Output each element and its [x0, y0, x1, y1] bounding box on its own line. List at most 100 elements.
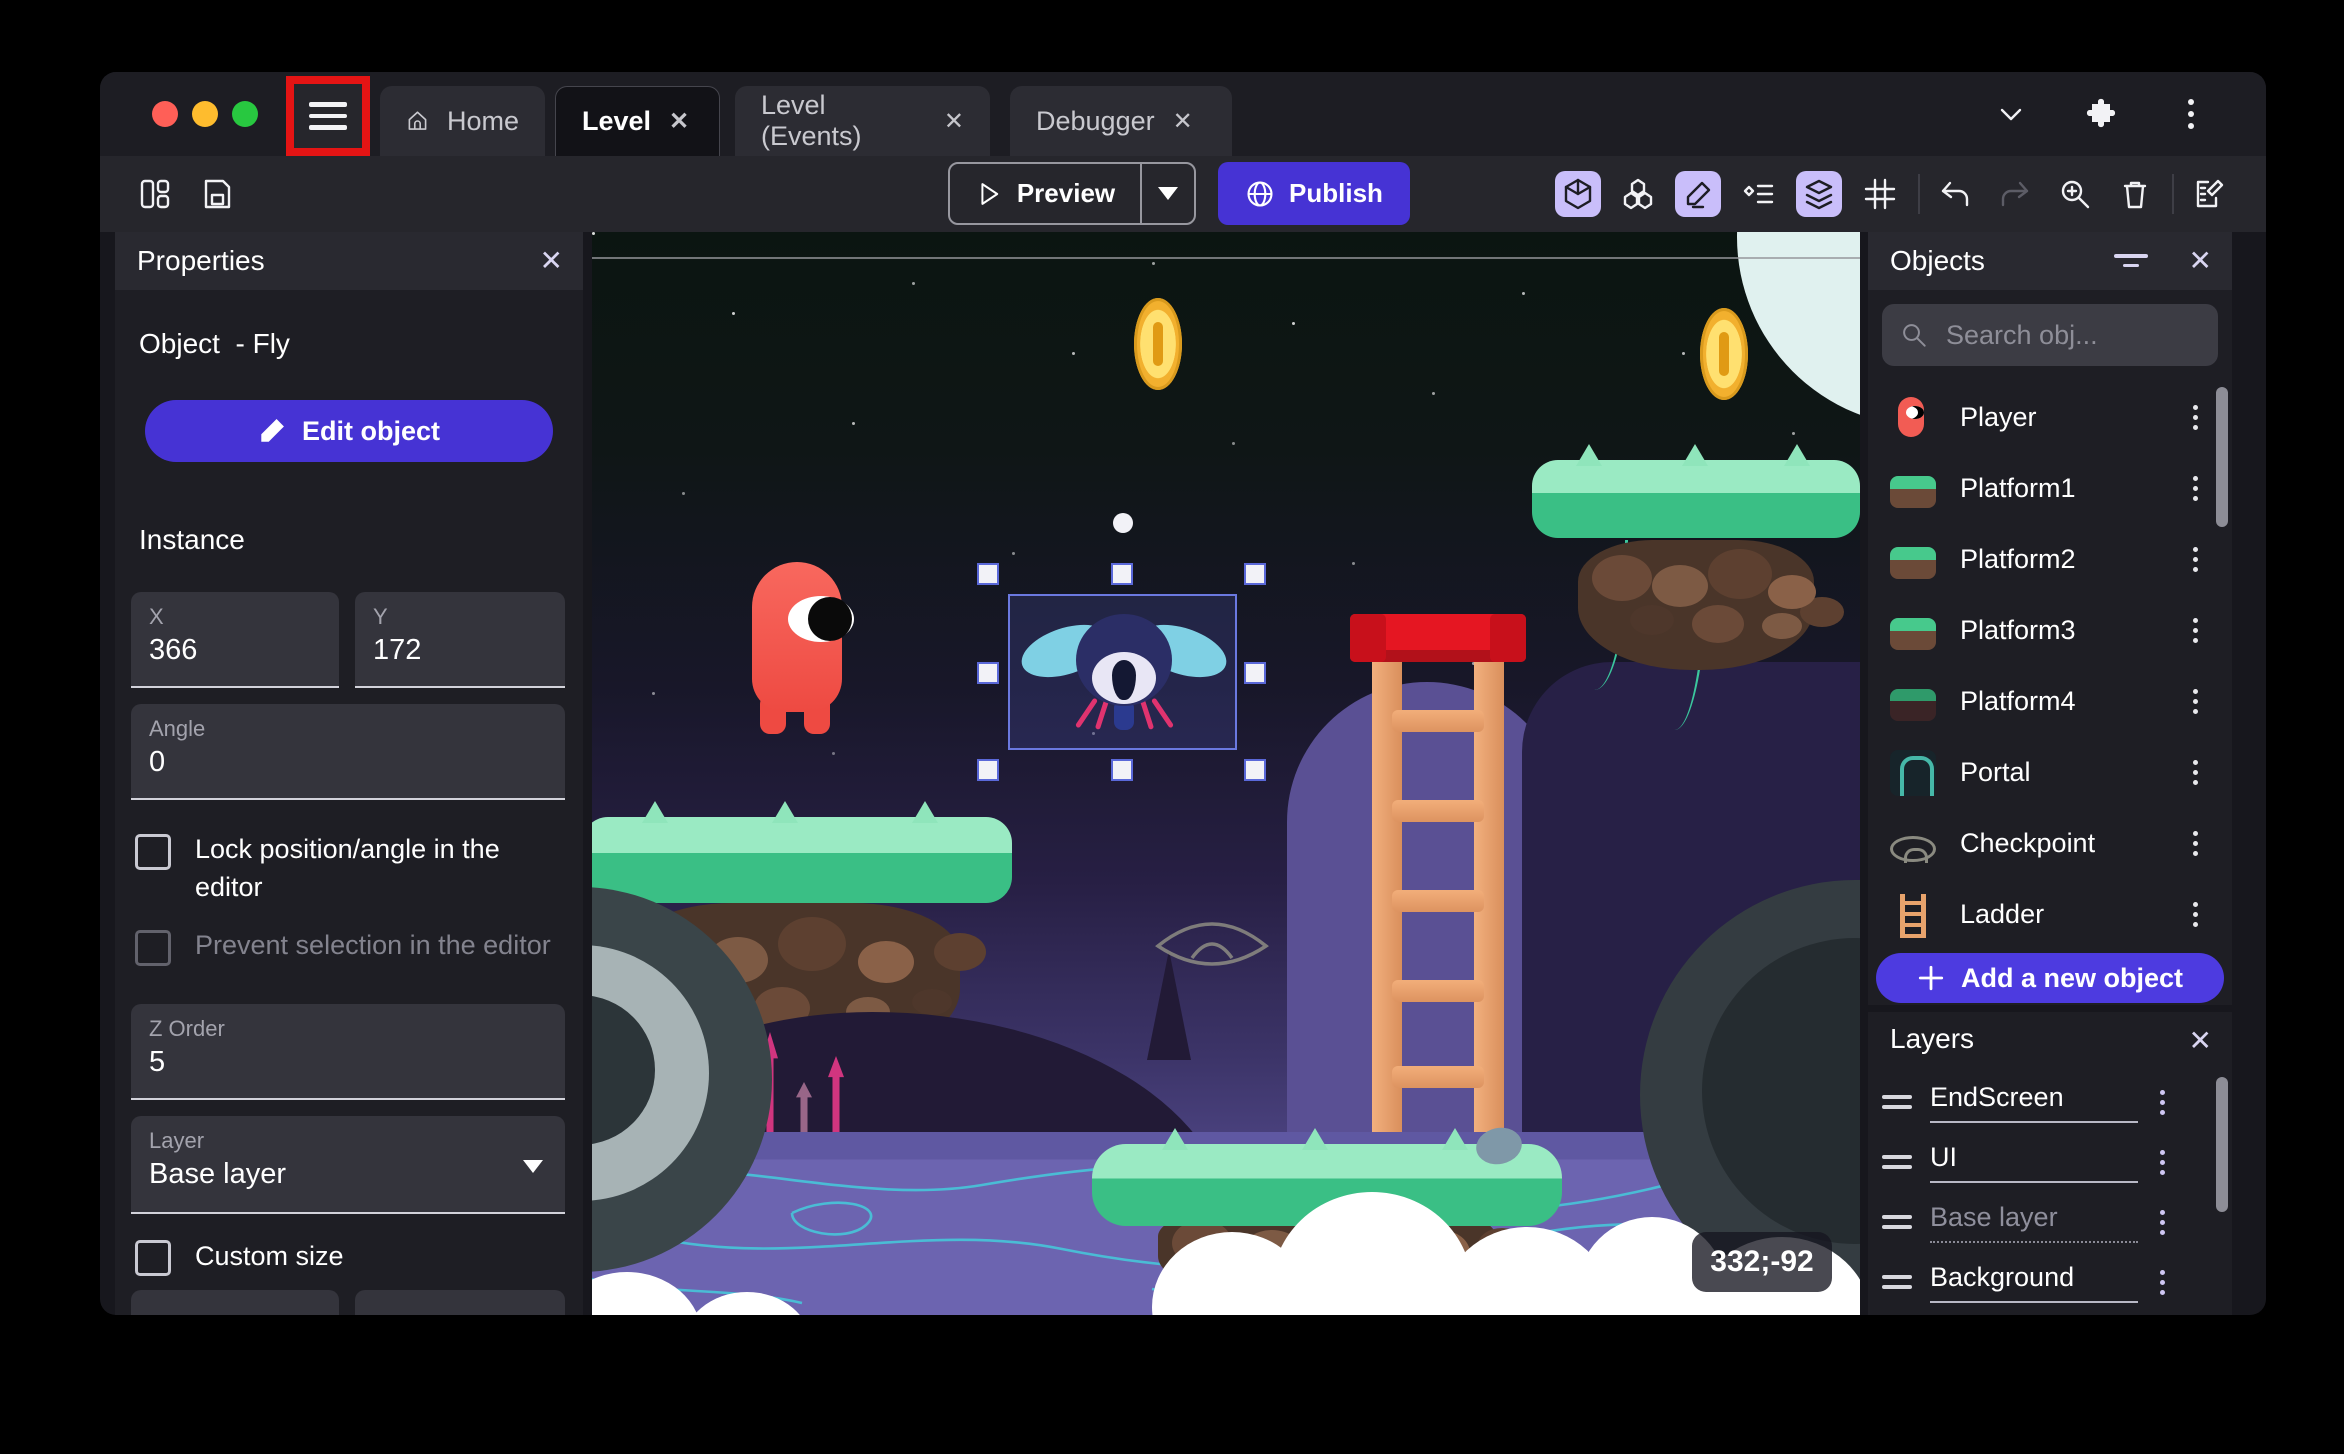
preview-options-dropdown[interactable]: [1142, 187, 1194, 200]
resize-handle-ne[interactable]: [1244, 563, 1266, 585]
layers-panel-icon[interactable]: [1796, 171, 1842, 217]
object-options-kebab-icon[interactable]: [2189, 614, 2202, 647]
instances-list-icon[interactable]: [1736, 171, 1782, 217]
chevron-down-icon[interactable]: [1994, 97, 2028, 131]
layer-select[interactable]: Layer Base layer: [131, 1116, 565, 1214]
object-options-kebab-icon[interactable]: [2189, 401, 2202, 434]
object-row-platform2[interactable]: Platform2: [1868, 524, 2216, 595]
scene-canvas[interactable]: 332;-92: [592, 232, 1860, 1315]
object-options-kebab-icon[interactable]: [2189, 827, 2202, 860]
x-position-input[interactable]: [149, 630, 321, 667]
resize-handle-nw[interactable]: [977, 563, 999, 585]
layer-row-ui[interactable]: UI: [1868, 1132, 2216, 1192]
grid-icon[interactable]: [1857, 171, 1903, 217]
object-row-checkpoint[interactable]: Checkpoint: [1868, 808, 2216, 879]
macos-close-button[interactable]: [152, 101, 178, 127]
object-row-platform3[interactable]: Platform3: [1868, 595, 2216, 666]
layer-options-kebab-icon[interactable]: [2156, 1146, 2169, 1179]
object-row-platform1[interactable]: Platform1: [1868, 453, 2216, 524]
zoom-in-icon[interactable]: [2052, 171, 2098, 217]
extensions-puzzle-icon[interactable]: [2084, 97, 2118, 131]
angle-field[interactable]: Angle: [131, 704, 565, 800]
publish-button[interactable]: Publish: [1218, 162, 1410, 225]
add-new-object-button[interactable]: Add a new object: [1876, 953, 2224, 1003]
object-search-box[interactable]: [1882, 304, 2218, 366]
object-row-platform4[interactable]: Platform4: [1868, 666, 2216, 737]
search-input[interactable]: [1944, 318, 2200, 352]
toggle-3d-view-icon[interactable]: [1555, 171, 1601, 217]
y-position-field[interactable]: Y: [355, 592, 565, 688]
rotation-handle[interactable]: [1113, 513, 1133, 533]
object-options-kebab-icon[interactable]: [2189, 756, 2202, 789]
resize-handle-s[interactable]: [1111, 759, 1133, 781]
prevent-selection-checkbox-row[interactable]: Prevent selection in the editor: [135, 926, 569, 966]
more-options-kebab-icon[interactable]: [2174, 97, 2208, 131]
resize-handle-sw[interactable]: [977, 759, 999, 781]
fly-sprite-selected[interactable]: [1015, 614, 1233, 742]
tab-level-events[interactable]: Level (Events) ✕: [735, 86, 990, 156]
edit-mode-pencil-icon[interactable]: [1675, 171, 1721, 217]
redo-icon[interactable]: [1992, 171, 2038, 217]
layer-options-kebab-icon[interactable]: [2156, 1206, 2169, 1239]
layer-row-background[interactable]: Background: [1868, 1252, 2216, 1312]
macos-zoom-button[interactable]: [232, 101, 258, 127]
close-panel-icon[interactable]: ✕: [540, 244, 563, 277]
x-position-field[interactable]: X: [131, 592, 339, 688]
layer-row-endscreen[interactable]: EndScreen: [1868, 1072, 2216, 1132]
close-tab-icon[interactable]: ✕: [1173, 107, 1193, 136]
angle-input[interactable]: [149, 742, 547, 779]
search-icon: [1903, 324, 1926, 347]
object-options-kebab-icon[interactable]: [2189, 898, 2202, 931]
filter-icon[interactable]: [2114, 248, 2148, 274]
drag-handle-icon[interactable]: [1882, 1275, 1912, 1289]
save-icon[interactable]: [194, 171, 240, 217]
object-row-player[interactable]: Player: [1868, 382, 2216, 453]
resize-handle-e[interactable]: [1244, 662, 1266, 684]
close-panel-icon[interactable]: ✕: [2189, 1024, 2212, 1057]
layer-options-kebab-icon[interactable]: [2156, 1266, 2169, 1299]
prevent-selection-checkbox[interactable]: [135, 930, 171, 966]
macos-minimize-button[interactable]: [192, 101, 218, 127]
z-order-input[interactable]: [149, 1042, 547, 1079]
objects-scrollbar[interactable]: [2216, 387, 2228, 527]
toggle-panels-icon[interactable]: [132, 171, 178, 217]
undo-icon[interactable]: [1932, 171, 1978, 217]
resize-handle-n[interactable]: [1111, 563, 1133, 585]
edit-scene-properties-icon[interactable]: [2186, 171, 2232, 217]
layer-name[interactable]: Base layer: [1930, 1202, 2138, 1243]
main-menu-button[interactable]: [290, 80, 366, 152]
close-tab-icon[interactable]: ✕: [944, 107, 964, 136]
layer-name[interactable]: Background: [1930, 1262, 2138, 1303]
add-new-object-label: Add a new object: [1960, 962, 2184, 993]
close-tab-icon[interactable]: ✕: [669, 107, 689, 136]
tab-level[interactable]: Level ✕: [555, 86, 720, 156]
z-order-field[interactable]: Z Order: [131, 1004, 565, 1100]
custom-size-checkbox[interactable]: [135, 1240, 171, 1276]
tab-debugger[interactable]: Debugger ✕: [1010, 86, 1232, 156]
object-row-portal[interactable]: Portal: [1868, 737, 2216, 808]
layer-name[interactable]: EndScreen: [1930, 1082, 2138, 1123]
drag-handle-icon[interactable]: [1882, 1215, 1912, 1229]
close-panel-icon[interactable]: ✕: [2189, 244, 2212, 277]
custom-size-checkbox-row[interactable]: Custom size: [135, 1236, 569, 1276]
edit-object-button[interactable]: Edit object: [145, 400, 553, 462]
object-options-kebab-icon[interactable]: [2189, 472, 2202, 505]
objects-cubes-icon[interactable]: [1615, 171, 1661, 217]
drag-handle-icon[interactable]: [1882, 1095, 1912, 1109]
drag-handle-icon[interactable]: [1882, 1155, 1912, 1169]
object-options-kebab-icon[interactable]: [2189, 685, 2202, 718]
y-position-input[interactable]: [373, 630, 547, 667]
lock-position-checkbox[interactable]: [135, 834, 171, 870]
layers-scrollbar[interactable]: [2216, 1077, 2228, 1212]
object-row-ladder[interactable]: Ladder: [1868, 879, 2216, 950]
object-options-kebab-icon[interactable]: [2189, 543, 2202, 576]
lock-position-checkbox-row[interactable]: Lock position/angle in the editor: [135, 830, 569, 906]
layer-name[interactable]: UI: [1930, 1142, 2138, 1183]
tab-home[interactable]: Home: [380, 86, 545, 156]
resize-handle-se[interactable]: [1244, 759, 1266, 781]
preview-button[interactable]: Preview: [950, 178, 1140, 209]
layer-options-kebab-icon[interactable]: [2156, 1086, 2169, 1119]
resize-handle-w[interactable]: [977, 662, 999, 684]
layer-row-base-layer[interactable]: Base layer: [1868, 1192, 2216, 1252]
delete-trash-icon[interactable]: [2112, 171, 2158, 217]
